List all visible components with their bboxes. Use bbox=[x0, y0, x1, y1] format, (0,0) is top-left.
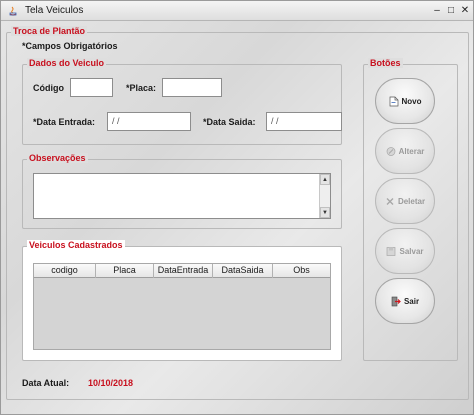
observations-legend: Observações bbox=[27, 153, 88, 163]
minimize-button[interactable]: – bbox=[430, 4, 444, 17]
sair-button[interactable]: Sair bbox=[375, 278, 435, 324]
novo-label: Novo bbox=[401, 96, 422, 106]
scroll-up-icon[interactable]: ▲ bbox=[320, 174, 330, 185]
column-header-placa[interactable]: Placa bbox=[96, 264, 154, 278]
edit-icon bbox=[386, 146, 395, 156]
vehicles-table[interactable]: codigo Placa DataEntrada DataSaida Obs bbox=[33, 263, 331, 350]
data-saida-label: *Data Saida: bbox=[203, 117, 256, 127]
data-entrada-label: *Data Entrada: bbox=[33, 117, 96, 127]
vehicle-data-legend: Dados do Veiculo bbox=[27, 58, 107, 68]
java-app-icon bbox=[9, 6, 17, 16]
observations-textarea[interactable]: ▲ ▼ bbox=[33, 173, 331, 219]
veiculos-window: Tela Veiculos – □ ✕ Troca de Plantão *Ca… bbox=[0, 0, 474, 415]
close-button[interactable]: ✕ bbox=[458, 4, 472, 17]
save-disk-icon bbox=[387, 246, 396, 256]
registered-vehicles-legend: Veiculos Cadastrados bbox=[27, 240, 125, 250]
codigo-field[interactable] bbox=[70, 78, 113, 97]
delete-x-icon bbox=[386, 197, 394, 205]
data-entrada-field[interactable]: / / bbox=[107, 112, 191, 131]
table-header: codigo Placa DataEntrada DataSaida Obs bbox=[34, 264, 330, 278]
alterar-button[interactable]: Alterar bbox=[375, 128, 435, 174]
troca-de-plantao-legend: Troca de Plantão bbox=[11, 26, 88, 36]
required-fields-note: *Campos Obrigatórios bbox=[22, 41, 118, 51]
scroll-down-icon[interactable]: ▼ bbox=[320, 207, 330, 218]
current-date-value: 10/10/2018 bbox=[88, 378, 134, 388]
column-header-datasaida[interactable]: DataSaida bbox=[213, 264, 273, 278]
sair-label: Sair bbox=[403, 296, 420, 306]
current-date-label: Data Atual: bbox=[22, 378, 70, 388]
deletar-button[interactable]: Deletar bbox=[375, 178, 435, 224]
column-header-dataentrada[interactable]: DataEntrada bbox=[154, 264, 213, 278]
deletar-label: Deletar bbox=[397, 196, 426, 206]
salvar-label: Salvar bbox=[399, 246, 424, 256]
codigo-label: Código bbox=[33, 83, 64, 93]
salvar-button[interactable]: Salvar bbox=[375, 228, 435, 274]
new-document-icon bbox=[389, 96, 398, 106]
alterar-label: Alterar bbox=[398, 146, 425, 156]
maximize-button[interactable]: □ bbox=[444, 4, 458, 17]
placa-field[interactable] bbox=[162, 78, 222, 97]
buttons-legend: Botões bbox=[368, 58, 403, 68]
observations-scrollbar[interactable]: ▲ ▼ bbox=[319, 174, 330, 218]
buttons-group: Botões Novo Alterar Deletar Salvar Sair bbox=[363, 58, 458, 361]
exit-door-icon bbox=[391, 296, 401, 306]
table-body[interactable] bbox=[34, 278, 330, 349]
column-header-obs[interactable]: Obs bbox=[273, 264, 330, 278]
column-header-codigo[interactable]: codigo bbox=[34, 264, 96, 278]
novo-button[interactable]: Novo bbox=[375, 78, 435, 124]
data-saida-field[interactable]: / / bbox=[266, 112, 342, 131]
vehicle-data-group: Dados do Veiculo bbox=[22, 58, 342, 145]
window-title: Tela Veiculos bbox=[25, 5, 84, 16]
title-bar: Tela Veiculos – □ ✕ bbox=[1, 1, 473, 21]
placa-label: *Placa: bbox=[126, 83, 157, 93]
